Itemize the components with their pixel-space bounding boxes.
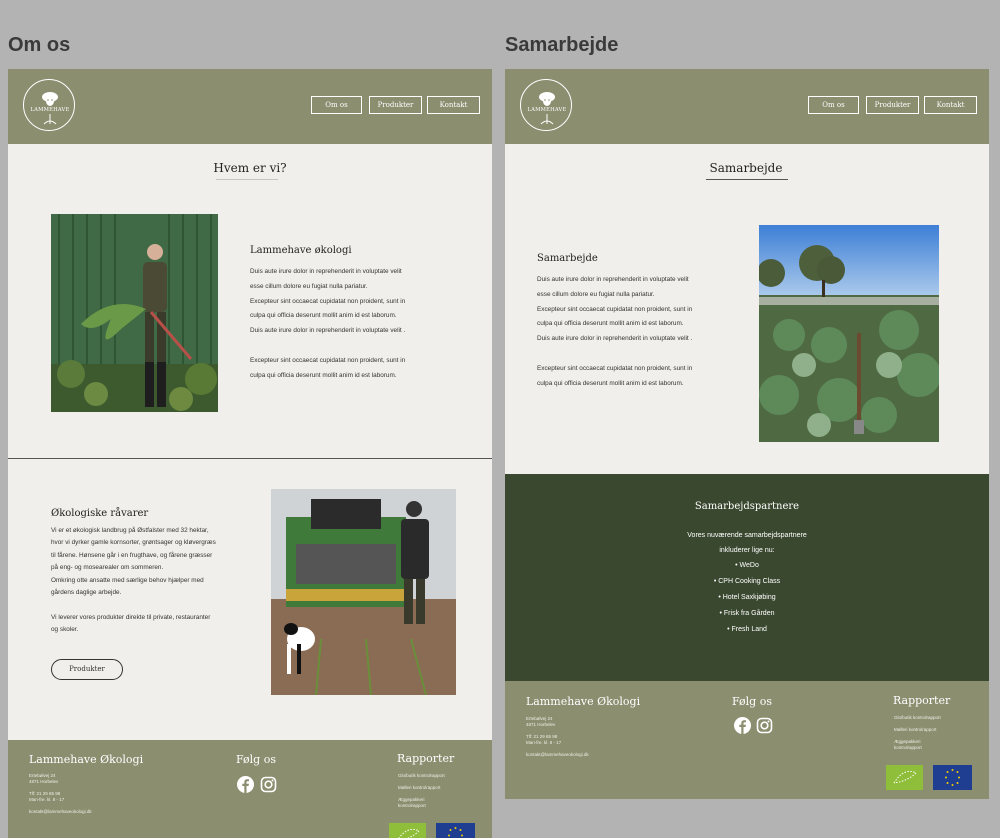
report-link[interactable]: Mølleri kontrolrapport (398, 785, 441, 791)
tractor-photo (271, 489, 456, 695)
about-line: esse cillum dolore eu fugiat nulla paria… (250, 282, 368, 290)
nav-produkter[interactable]: Produkter (866, 96, 919, 114)
frame-title-samarbejde: Samarbejde (505, 34, 619, 56)
divider (8, 458, 492, 459)
collab-line: Duis aute irure dolor in reprehenderit i… (537, 276, 689, 283)
logo-text: LAMMEHAVE (30, 107, 70, 113)
footer-reports-title: Rapporter (397, 752, 455, 765)
footer-follow-title: Følg os (732, 695, 772, 708)
report-link[interactable]: Æggepakkeri kontrolrapport (398, 797, 426, 809)
about-line: culpa qui officia deserunt mollit anim i… (250, 312, 397, 320)
products-line: gårdens daglige arbejde. (51, 589, 122, 597)
nav-produkter[interactable]: Produkter (369, 96, 422, 114)
facebook-icon[interactable] (734, 717, 751, 734)
report-link[interactable]: Æggepakkeri kontrolrapport (894, 739, 922, 751)
partners-section: Samarbejdspartnere Vores nuværende samar… (505, 474, 989, 681)
collab-line: Duis aute irure dolor in reprehenderit i… (537, 335, 693, 343)
footer-brand: Lammehave Økologi (526, 695, 641, 708)
facebook-icon[interactable] (237, 776, 254, 793)
products-line: Vi er et økologisk landbrug på Østfalste… (51, 527, 209, 534)
report-link[interactable]: Mølleri kontrolrapport (894, 727, 937, 733)
logo[interactable]: LAMMEHAVE (520, 79, 572, 131)
products-text: Vi er et økologisk landbrug på Østfalste… (51, 525, 261, 637)
farmer-photo (51, 214, 218, 412)
navbar: LAMMEHAVE Om os Produkter Kontakt (505, 69, 989, 144)
about-text: Duis aute irure dolor in reprehenderit i… (250, 265, 460, 383)
instagram-icon[interactable] (756, 717, 773, 734)
section-title-hvem: Hvem er vi? (213, 161, 287, 175)
collab-line: Excepteur sint occaecat cupidatat non pr… (537, 364, 693, 372)
collab-line: Excepteur sint occaecat cupidatat non pr… (537, 305, 693, 313)
footer-address: Ertebølvej 24 4871 Horbelev (29, 773, 59, 784)
footer-address: Ertebølvej 24 4871 Horbelev (526, 716, 556, 727)
partners-intro: Vores nuværende samarbejdspartnere (687, 532, 807, 539)
partner-item: • CPH Cooking Class (713, 578, 781, 585)
eco-leaf-icon (886, 765, 923, 790)
nav-om-os[interactable]: Om os (311, 96, 362, 114)
partners-intro: inkluderer lige nu: (719, 547, 775, 554)
sheep-logo-icon (42, 92, 58, 125)
nav-kontakt[interactable]: Kontakt (924, 96, 977, 114)
eu-flag-icon (933, 765, 972, 790)
report-link[interactable]: Glo/butik kontrolrapport (398, 773, 445, 779)
partner-item: • Fresh Land (727, 626, 767, 633)
products-button[interactable]: Produkter (51, 659, 123, 680)
report-link[interactable]: Glo/butik kontrolrapport (894, 715, 941, 721)
collab-line: culpa qui officia deserunt mollit anim i… (537, 379, 684, 387)
about-line: Excepteur sint occaecat cupidatat non pr… (250, 356, 406, 364)
eu-flag-icon (436, 823, 475, 838)
title-underline (706, 179, 788, 180)
instagram-icon[interactable] (260, 776, 277, 793)
samarbejde-frame: LAMMEHAVE Om os Produkter Kontakt Samarb… (505, 69, 989, 799)
sheep-logo-icon (539, 92, 555, 125)
logo-text: LAMMEHAVE (527, 107, 567, 113)
eco-leaf-icon (389, 823, 426, 838)
about-line: Duis aute irure dolor in reprehenderit i… (250, 268, 402, 275)
om-os-frame: LAMMEHAVE Om os Produkter Kontakt Hvem e… (8, 69, 492, 838)
products-line: til fårene. Hønsene går i en frugthave, … (51, 551, 213, 559)
partner-item: • Frisk fra Gården (719, 610, 775, 617)
footer-email[interactable]: kontakt@lammehaveokologi.dk (29, 809, 92, 815)
partners-title: Samarbejdspartnere (694, 501, 800, 512)
products-line: på eng- og mosearealer om sommeren. (51, 564, 164, 572)
section-title-samarbejde: Samarbejde (709, 161, 783, 175)
footer-phone: Tlf: 21 29 65 98 Man-fre. kl. 8 - 17 (526, 734, 562, 745)
footer-follow-title: Følg os (236, 753, 276, 766)
footer-reports-title: Rapporter (893, 694, 951, 707)
about-line (250, 339, 460, 354)
title-underline (216, 179, 278, 180)
products-line: Vi leverer vores produkter direkte til p… (51, 613, 211, 621)
products-line: og skoler. (51, 626, 79, 634)
nav-om-os[interactable]: Om os (808, 96, 859, 114)
field-photo (759, 225, 939, 442)
partner-item: • WeDo (735, 562, 759, 569)
about-line: Duis aute irure dolor in reprehenderit i… (250, 327, 406, 335)
collab-line: culpa qui officia deserunt mollit anim i… (537, 320, 684, 328)
nav-kontakt[interactable]: Kontakt (427, 96, 480, 114)
about-line: Excepteur sint occaecat cupidatat non pr… (250, 297, 406, 305)
footer-email[interactable]: kontakt@lammehaveokologi.dk (526, 752, 589, 758)
products-line: Omkring otte ansatte med særlige behov h… (51, 576, 204, 584)
products-line: hvor vi dyrker gamle kornsorter, grøntsa… (51, 539, 216, 547)
collab-line: esse cillum dolore eu fugiat nulla paria… (537, 290, 655, 298)
collab-text: Duis aute irure dolor in reprehenderit i… (537, 273, 747, 391)
collab-line (537, 347, 747, 362)
footer-phone: Tlf: 21 29 65 98 Man-fre. kl. 8 - 17 (29, 791, 65, 802)
about-line: culpa qui officia deserunt mollit anim i… (250, 371, 397, 379)
partner-item: • Hotel Saxkjøbing (718, 594, 776, 601)
footer-brand: Lammehave Økologi (29, 753, 144, 766)
footer: Lammehave Økologi Ertebølvej 24 4871 Hor… (505, 681, 989, 799)
products-line (51, 599, 261, 611)
footer: Lammehave Økologi Ertebølvej 24 4871 Hor… (8, 740, 492, 838)
frame-title-om-os: Om os (8, 34, 71, 56)
collab-heading: Samarbejde (537, 253, 598, 264)
navbar: LAMMEHAVE Om os Produkter Kontakt (8, 69, 492, 144)
logo[interactable]: LAMMEHAVE (23, 79, 75, 131)
about-heading: Lammehave økologi (250, 245, 352, 256)
products-heading: Økologiske råvarer (51, 508, 149, 519)
